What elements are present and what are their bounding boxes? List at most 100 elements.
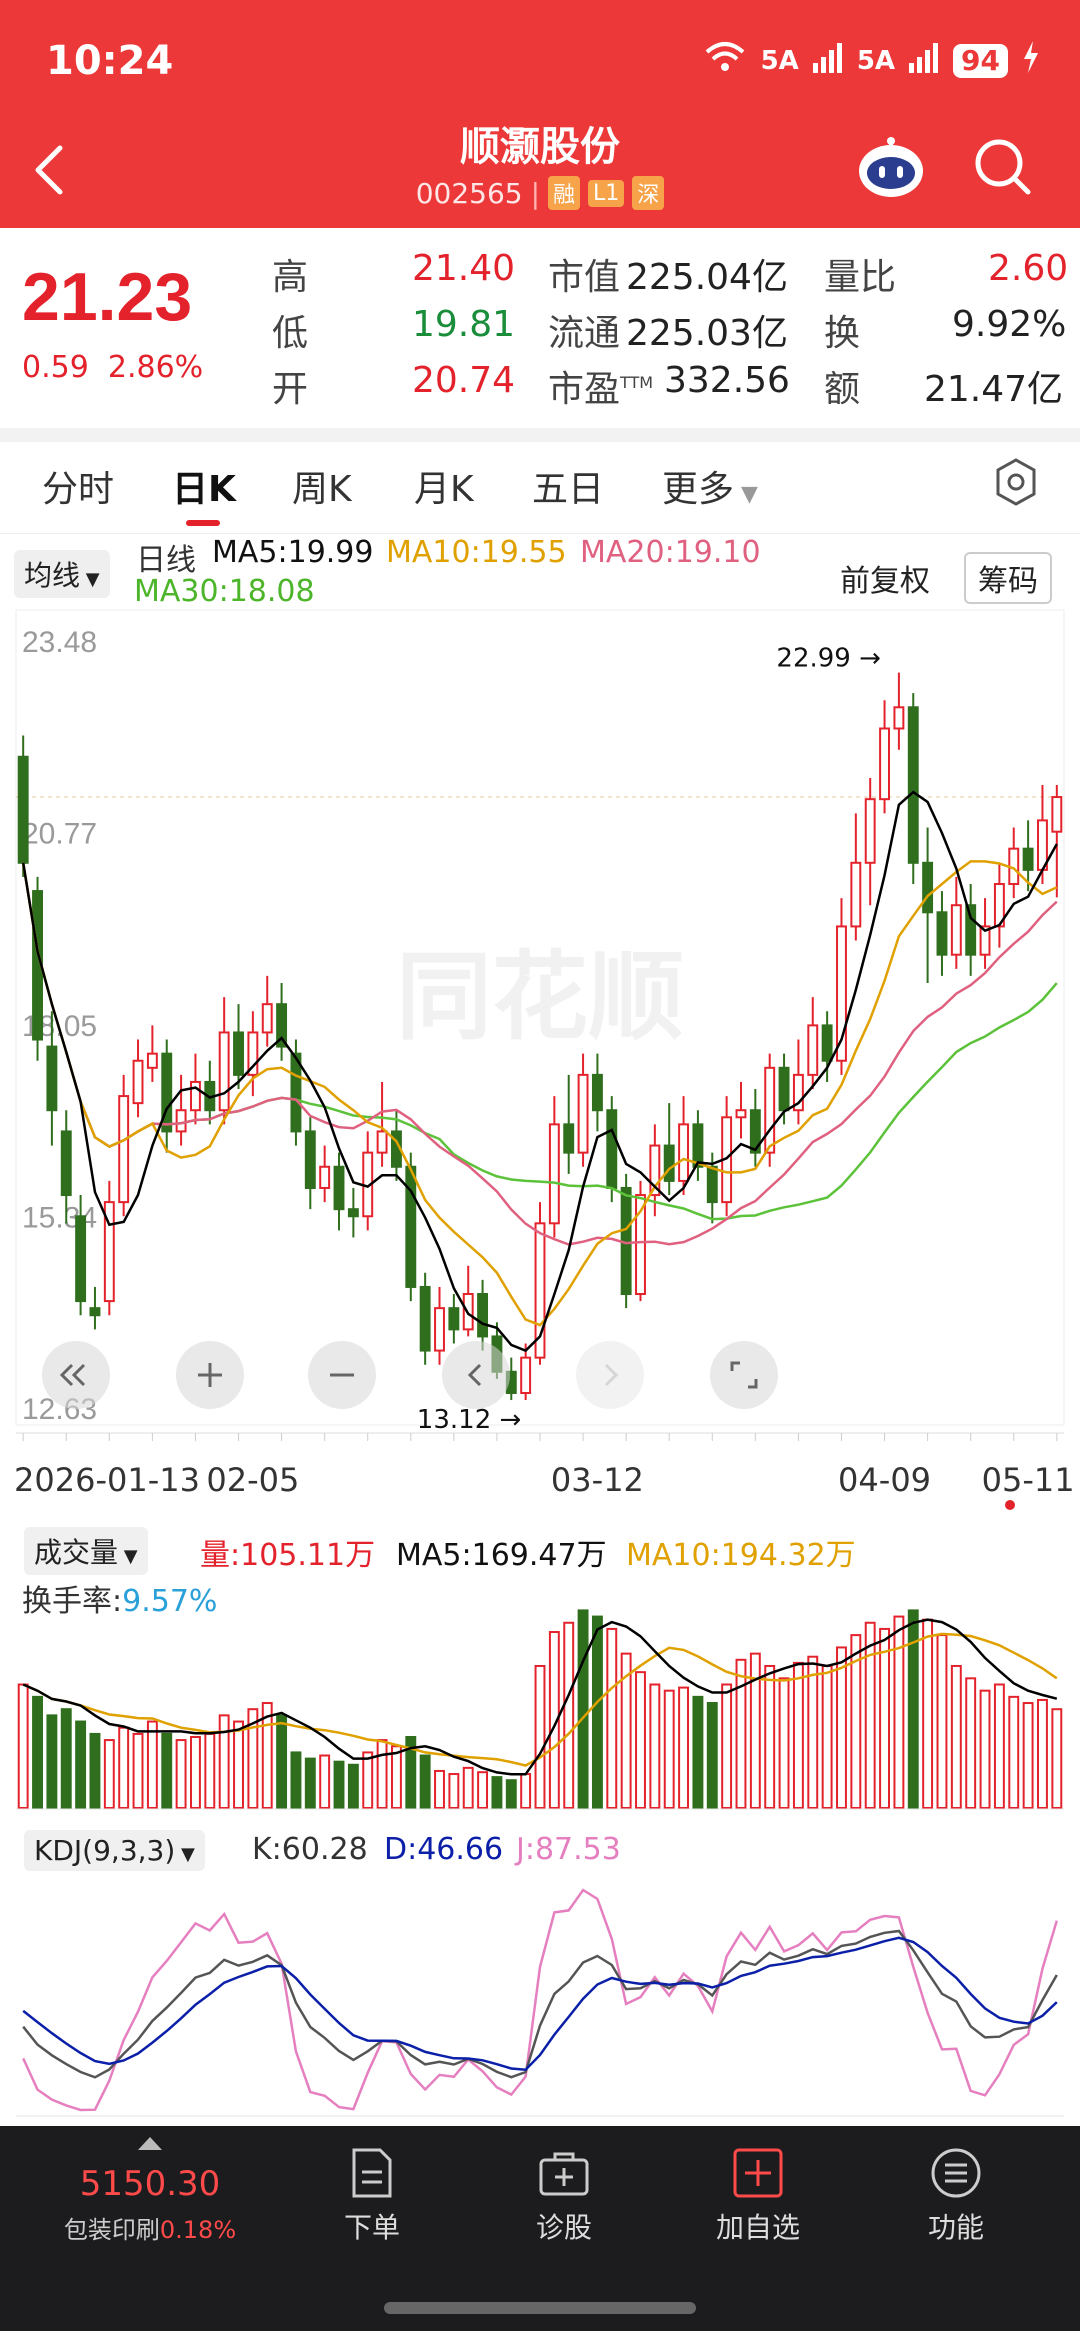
candle-body xyxy=(778,1066,790,1112)
candle-body xyxy=(118,1095,130,1204)
candle-body xyxy=(60,1130,72,1197)
volume-bar xyxy=(893,1615,905,1810)
today-marker-dot xyxy=(1005,1500,1015,1510)
candle-body xyxy=(936,911,948,956)
volume-bar xyxy=(778,1677,790,1809)
nav-order[interactable]: 下单 xyxy=(312,2146,432,2246)
kdj-k: K:60.28 xyxy=(252,1832,368,1867)
candle-body xyxy=(376,1130,388,1154)
float-cap-value: 225.03亿 xyxy=(626,313,788,354)
tab-more-label: 更多 xyxy=(662,469,735,510)
scroll-left-button[interactable] xyxy=(442,1341,510,1409)
volume-bar xyxy=(649,1683,661,1809)
candle-body xyxy=(591,1073,603,1112)
chevron-left-icon xyxy=(467,1363,482,1387)
candle-body xyxy=(821,1024,833,1062)
turnover-label: 换 xyxy=(824,313,861,354)
robot-assistant-icon[interactable] xyxy=(856,133,926,203)
tab-more[interactable]: 更多 ▼ xyxy=(662,460,758,512)
tab-intraday[interactable]: 分时 xyxy=(42,460,114,512)
nav-add-watchlist[interactable]: 加自选 xyxy=(698,2146,818,2246)
nav-functions[interactable]: 功能 xyxy=(896,2146,1016,2246)
tab-five-day[interactable]: 五日 xyxy=(532,460,604,512)
minus-icon xyxy=(330,1373,354,1377)
volume-bar xyxy=(146,1720,158,1809)
volume-bar xyxy=(118,1726,130,1810)
candle-body xyxy=(692,1123,704,1168)
volume-bar xyxy=(32,1695,43,1809)
candle-body xyxy=(448,1307,460,1331)
home-indicator[interactable] xyxy=(384,2302,696,2314)
chevron-right-icon xyxy=(604,1363,619,1387)
float-cap-label: 流通 xyxy=(548,313,621,354)
zoom-out-button[interactable] xyxy=(308,1341,376,1409)
code-separator: | xyxy=(530,176,541,210)
stock-subline: 002565 | 融 L1 深 xyxy=(416,176,665,210)
ma20-legend: MA20:19.10 xyxy=(580,535,761,570)
watermark: 同花顺 xyxy=(396,941,684,1053)
nav-diagnose-label: 诊股 xyxy=(535,2211,592,2244)
index-quote[interactable]: 5150.30 包装印刷0.18% xyxy=(30,2134,270,2245)
ma-selector[interactable]: 均线 ▼ xyxy=(14,550,110,598)
volume-bar xyxy=(563,1621,575,1809)
volume-bar xyxy=(491,1776,503,1809)
volume-bar xyxy=(1008,1695,1020,1809)
candle-body xyxy=(678,1123,690,1182)
add-square-icon xyxy=(733,2148,783,2198)
high-label: 高 xyxy=(272,257,309,298)
index-pct: 0.18% xyxy=(159,2216,237,2244)
candle-body xyxy=(319,1165,331,1189)
volume-bar xyxy=(807,1655,819,1810)
candle-body xyxy=(477,1293,489,1338)
tab-weekly-k[interactable]: 周K xyxy=(292,460,352,512)
period-tabs: 分时 日K 周K 月K 五日 更多 ▼ xyxy=(0,442,1080,534)
kline-chart[interactable]: 23.4820.7718.0515.3412.63同花顺22.99 →13.12… xyxy=(0,600,1080,1540)
volume-bar xyxy=(764,1664,776,1809)
fullscreen-button[interactable] xyxy=(710,1341,778,1409)
settings-gear-icon[interactable] xyxy=(990,456,1042,508)
medical-kit-icon xyxy=(539,2152,589,2196)
volume-selector[interactable]: 成交量 ▼ xyxy=(24,1527,148,1575)
status-time: 10:24 xyxy=(46,38,174,84)
kdj-j-line xyxy=(22,1888,1058,2112)
candle-body xyxy=(46,1045,58,1112)
volume-chart[interactable] xyxy=(0,1590,1080,1810)
search-icon[interactable] xyxy=(972,136,1034,198)
zoom-in-button[interactable] xyxy=(176,1341,244,1409)
chips-button[interactable]: 筹码 xyxy=(964,552,1052,604)
scroll-right-button[interactable] xyxy=(576,1341,644,1409)
volume-bar xyxy=(17,1683,29,1809)
kdj-chart[interactable] xyxy=(0,1870,1080,2120)
active-tab-indicator xyxy=(186,520,220,526)
volume-bar xyxy=(505,1779,517,1809)
status-bar: 10:24 5A 5A 94 xyxy=(0,0,1080,120)
kdj-d-line xyxy=(22,1936,1058,2071)
candle-body xyxy=(304,1130,316,1189)
zoom-out-far-button[interactable] xyxy=(42,1341,110,1409)
ma-selector-label: 均线 xyxy=(24,559,81,592)
volume-bar xyxy=(161,1732,173,1809)
candle-body xyxy=(419,1285,431,1352)
market-cap-label: 市值 xyxy=(548,257,621,298)
candle-body xyxy=(663,1144,675,1182)
volume-bar xyxy=(663,1689,675,1809)
kline-period-label: 日线 xyxy=(136,543,196,578)
volume-bar xyxy=(390,1745,402,1809)
tab-daily-k[interactable]: 日K xyxy=(172,460,236,512)
low-marker: 13.12 → xyxy=(417,1405,521,1435)
x-axis-date: 03-12 xyxy=(551,1461,644,1499)
volume-bar xyxy=(448,1773,460,1810)
volume-bar xyxy=(233,1720,244,1809)
tab-monthly-k[interactable]: 月K xyxy=(414,460,474,512)
stock-code: 002565 xyxy=(415,176,523,210)
kdj-j: J:87.53 xyxy=(516,1832,621,1867)
kdj-selector[interactable]: KDJ(9,3,3) ▼ xyxy=(24,1830,205,1871)
nav-diagnose[interactable]: 诊股 xyxy=(504,2146,624,2246)
charging-icon xyxy=(1022,41,1040,80)
volume-ma10: MA10:194.32万 xyxy=(626,1538,856,1573)
price-change: 0.59 2.86% xyxy=(22,350,203,385)
adjust-mode[interactable]: 前复权 xyxy=(840,556,930,600)
index-value: 5150.30 xyxy=(79,2164,221,2204)
index-name: 包装印刷 xyxy=(63,2216,160,2244)
volume-bar xyxy=(1022,1702,1034,1809)
